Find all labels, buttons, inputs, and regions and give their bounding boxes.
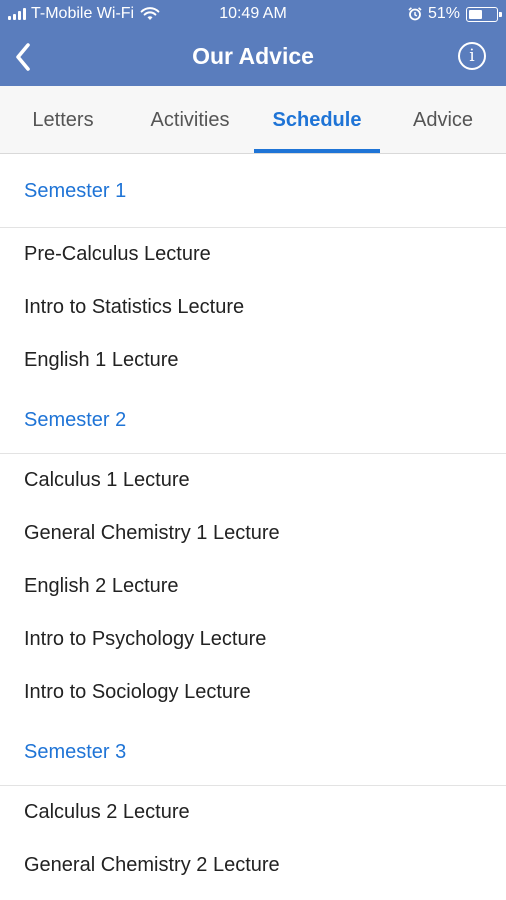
alarm-icon [408, 7, 422, 21]
schedule-list: Semester 1 Pre-Calculus Lecture Intro to… [0, 155, 506, 892]
active-tab-indicator [254, 149, 380, 153]
list-item[interactable]: General Chemistry 2 Lecture [0, 839, 506, 892]
list-item[interactable]: English 2 Lecture [0, 560, 506, 613]
section-header-semester-1: Semester 1 [0, 155, 506, 228]
info-icon: i [469, 46, 475, 66]
tab-activities[interactable]: Activities [127, 86, 253, 154]
status-right: 51% [408, 5, 502, 23]
tab-letters[interactable]: Letters [0, 86, 126, 154]
list-item[interactable]: Calculus 1 Lecture [0, 454, 506, 507]
navigation-bar: Our Advice i [0, 30, 506, 86]
tab-schedule[interactable]: Schedule [254, 86, 380, 154]
list-item[interactable]: Intro to Statistics Lecture [0, 281, 506, 334]
list-item[interactable]: General Chemistry 1 Lecture [0, 507, 506, 560]
tab-advice[interactable]: Advice [380, 86, 506, 154]
tab-bar: Letters Activities Schedule Advice [0, 86, 506, 154]
section-header-semester-3: Semester 3 [0, 719, 506, 786]
list-item[interactable]: Intro to Psychology Lecture [0, 613, 506, 666]
battery-icon [466, 6, 502, 22]
section-header-semester-2: Semester 2 [0, 387, 506, 454]
list-item[interactable]: English 1 Lecture [0, 334, 506, 387]
list-item[interactable]: Intro to Sociology Lecture [0, 666, 506, 719]
list-item[interactable]: Calculus 2 Lecture [0, 786, 506, 839]
battery-percent: 51% [427, 5, 460, 22]
top-bar: T-Mobile Wi-Fi 10:49 AM 51% Our Advice i [0, 0, 506, 86]
status-bar: T-Mobile Wi-Fi 10:49 AM 51% [0, 0, 506, 30]
info-button[interactable]: i [458, 42, 486, 70]
page-title: Our Advice [192, 43, 314, 69]
battery-fill [469, 9, 482, 19]
app-screen: T-Mobile Wi-Fi 10:49 AM 51% Our Advice i… [0, 0, 506, 900]
list-item[interactable]: Pre-Calculus Lecture [0, 228, 506, 281]
